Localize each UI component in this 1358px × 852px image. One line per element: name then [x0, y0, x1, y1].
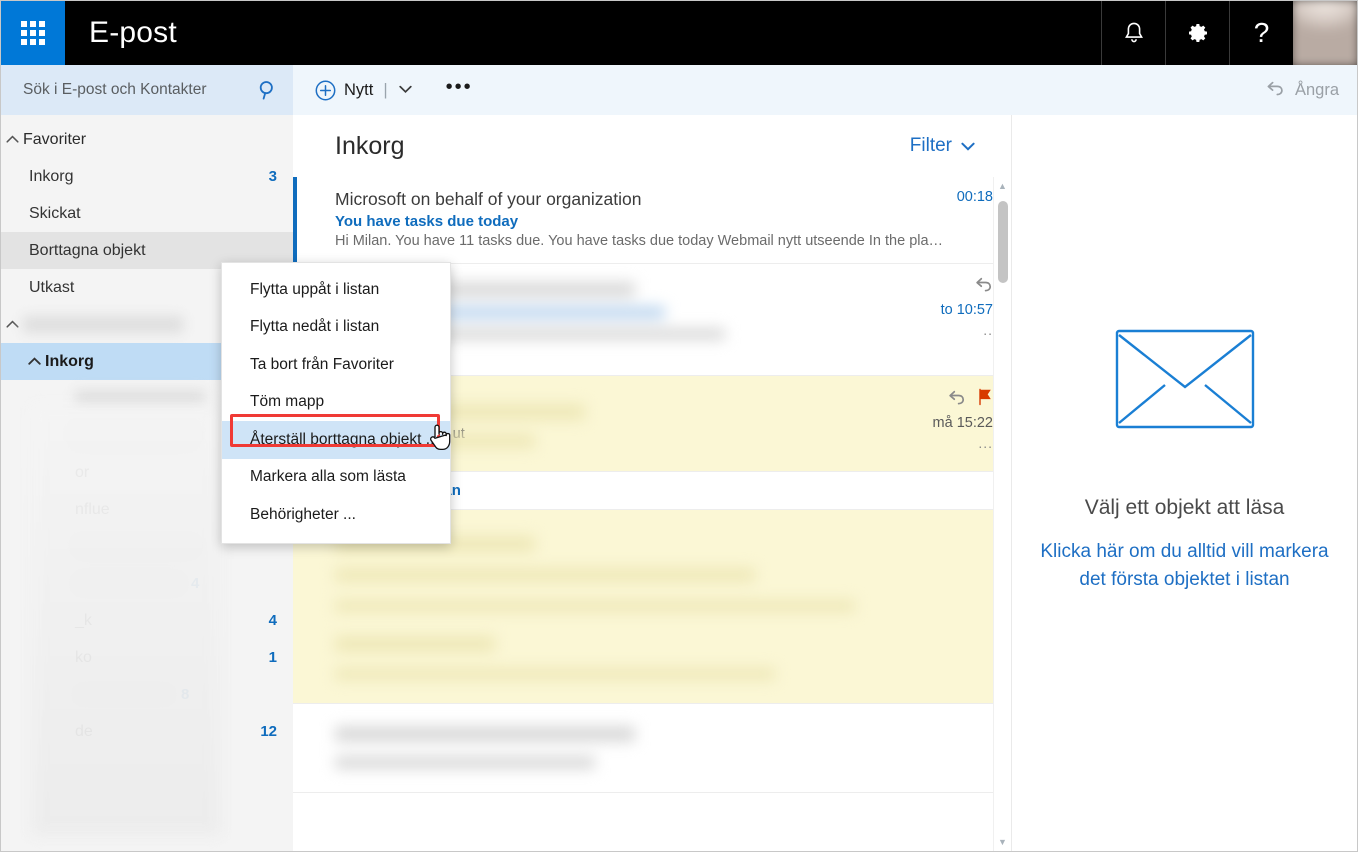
message-meta: 00:18: [957, 189, 993, 205]
app-launcher-button[interactable]: [1, 1, 65, 65]
message-preview: Hi Milan. You have 11 tasks due. You hav…: [335, 233, 993, 249]
message-subject: You have tasks due today: [335, 213, 993, 230]
waffle-grid-icon: [21, 21, 45, 45]
sidebar-group-label: Favoriter: [23, 131, 277, 149]
message-meta: to 10:57 ..: [941, 276, 993, 338]
new-button-label: Nytt: [344, 81, 373, 100]
message-list-item[interactable]: Microsoft on behalf of your organization…: [293, 177, 1011, 264]
question-mark-icon: ?: [1254, 19, 1270, 47]
settings-button[interactable]: [1165, 1, 1229, 65]
new-button-separator: |: [383, 81, 387, 100]
message-content-redacted: [335, 716, 993, 769]
chevron-up-icon: [1, 320, 23, 329]
avatar-image: [1293, 1, 1357, 65]
user-avatar[interactable]: [1293, 1, 1357, 65]
filter-button[interactable]: Filter: [910, 135, 995, 157]
context-menu-item-mark-all-read[interactable]: Markera alla som lästa: [222, 459, 450, 497]
context-menu-item-move-down[interactable]: Flytta nedåt i listan: [222, 309, 450, 347]
sidebar-account-label-redacted: [23, 316, 183, 333]
scroll-down-arrow-icon[interactable]: ▼: [994, 833, 1011, 851]
context-menu-item-recover-deleted-items[interactable]: Återställ borttagna objekt ...: [222, 421, 450, 459]
header-actions: ?: [1101, 1, 1357, 65]
message-overflow-dots: ..: [983, 322, 993, 338]
message-list-header: Inkorg Filter: [293, 115, 1011, 177]
message-icons: [947, 388, 993, 411]
unread-count: 3: [269, 168, 277, 185]
context-menu-item-empty-folder[interactable]: Töm mapp: [222, 384, 450, 422]
new-message-button[interactable]: Nytt |: [315, 80, 412, 101]
chevron-up-icon: [23, 357, 45, 366]
scrollbar-thumb[interactable]: [998, 201, 1008, 283]
app-title: E-post: [65, 16, 177, 50]
more-commands-button[interactable]: •••: [446, 77, 473, 103]
sidebar-item-skickat[interactable]: Skickat: [1, 195, 293, 232]
sidebar-item-inkorg-fav[interactable]: Inkorg 3: [1, 158, 293, 195]
notifications-button[interactable]: [1101, 1, 1165, 65]
chevron-down-icon: [961, 135, 975, 157]
sidebar-item-label: Borttagna objekt: [29, 242, 269, 260]
chevron-up-icon: [1, 135, 23, 144]
bell-icon: [1123, 21, 1145, 45]
unread-count: 1: [269, 649, 277, 666]
message-time: må 15:22: [933, 415, 993, 431]
search-box[interactable]: [1, 65, 293, 115]
sidebar-group-favoriter[interactable]: Favoriter: [1, 121, 293, 158]
message-list-scrollbar[interactable]: ▲ ▼: [993, 177, 1011, 851]
context-menu-item-permissions[interactable]: Behörigheter ...: [222, 496, 450, 534]
sidebar-item-label: Inkorg: [29, 168, 261, 186]
context-menu-item-remove-from-favorites[interactable]: Ta bort från Favoriter: [222, 346, 450, 384]
reading-pane: Välj ett objekt att läsa Klicka här om d…: [1011, 115, 1357, 851]
sidebar-item-label: Skickat: [29, 205, 269, 223]
outlook-web-app: E-post ?: [0, 0, 1358, 852]
page-title: Inkorg: [335, 132, 404, 161]
gear-icon: [1186, 21, 1210, 45]
message-time: 00:18: [957, 189, 993, 205]
filter-label: Filter: [910, 135, 952, 157]
undo-label: Ångra: [1295, 81, 1339, 100]
message-meta: må 15:22 ...: [933, 388, 993, 451]
unread-count: 4: [269, 612, 277, 629]
help-button[interactable]: ?: [1229, 1, 1293, 65]
message-icons: [974, 276, 993, 298]
message-content-redacted: [335, 522, 993, 680]
scroll-up-arrow-icon[interactable]: ▲: [994, 177, 1011, 195]
folder-context-menu: Flytta uppåt i listan Flytta nedåt i lis…: [221, 262, 451, 544]
envelope-icon: [1115, 329, 1255, 434]
message-time: to 10:57: [941, 302, 993, 318]
context-menu-item-move-up[interactable]: Flytta uppåt i listan: [222, 271, 450, 309]
unread-count: 12: [260, 723, 277, 740]
reply-arrow-icon: [974, 276, 993, 298]
undo-button[interactable]: Ångra: [1265, 79, 1339, 102]
message-overflow-dots: ...: [978, 435, 993, 451]
message-list-item[interactable]: [293, 704, 1011, 793]
search-input[interactable]: [23, 81, 257, 99]
message-sender: Microsoft on behalf of your organization: [335, 189, 993, 210]
select-first-item-link[interactable]: Klicka här om du alltid vill markera det…: [1027, 538, 1342, 593]
reply-arrow-icon: [947, 389, 966, 411]
top-header-bar: E-post ?: [1, 1, 1357, 65]
undo-arrow-icon: [1265, 79, 1285, 102]
flag-icon[interactable]: [976, 388, 993, 411]
reading-pane-title: Välj ett objekt att läsa: [1085, 496, 1285, 520]
sidebar-redaction-overlay: [31, 405, 221, 835]
plus-circle-icon: [315, 80, 336, 101]
command-toolbar: Nytt | ••• Ångra: [293, 65, 1357, 115]
chevron-down-icon[interactable]: [399, 83, 412, 97]
search-icon[interactable]: [257, 79, 279, 101]
